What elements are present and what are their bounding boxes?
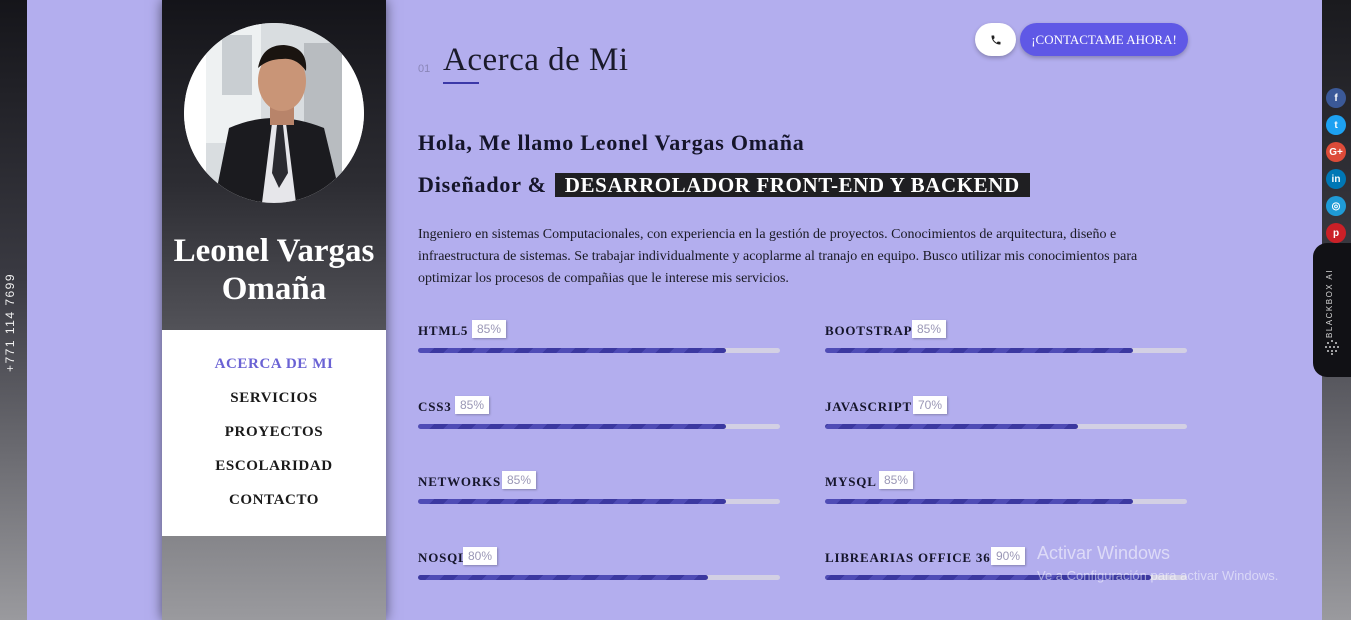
skill-label: CSS3	[418, 399, 452, 414]
skill-progress-fill	[418, 499, 726, 504]
skill-label: BOOTSTRAP	[825, 323, 913, 338]
skill-percent-badge: 85%	[879, 471, 914, 489]
skill-progress-track	[825, 499, 1187, 504]
about-paragraph: Ingeniero en sistemas Computacionales, c…	[418, 227, 1138, 286]
skill-percent-badge: 85%	[455, 396, 490, 414]
social-links: f t G+ in ◎ p	[1326, 88, 1346, 243]
blackbox-ai-widget[interactable]: BLACKBOX AI	[1313, 243, 1351, 377]
skill-percent-badge: 85%	[502, 471, 537, 489]
skill-progress-fill	[418, 575, 708, 580]
section-number: 01	[418, 63, 431, 75]
skill-progress-track	[418, 575, 780, 580]
menu-item-escolaridad[interactable]: ESCOLARIDAD	[215, 456, 332, 476]
contact-now-button[interactable]: ¡CONTACTAME AHORA!	[1020, 23, 1188, 56]
skill-progress-fill	[825, 348, 1133, 353]
about-section: 01 Acerca de Mi ¡CONTACTAME AHORA! Hola,…	[418, 0, 1198, 620]
main-menu: ACERCA DE MI SERVICIOS PROYECTOS ESCOLAR…	[162, 330, 386, 536]
skill-progress-track	[418, 348, 780, 353]
sidebar: Leonel Vargas Omaña ACERCA DE MI SERVICI…	[162, 0, 386, 620]
role-heading: Diseñador & DESARROLADOR FRONT-END Y BAC…	[418, 172, 1030, 198]
left-edge-strip: +771 114 7699	[0, 0, 27, 620]
instagram-icon[interactable]: ◎	[1326, 196, 1346, 216]
windows-activation-text: Ve a Configuración para activar Windows.	[1037, 568, 1279, 583]
skill-progress-fill	[825, 499, 1133, 504]
skill-percent-badge: 85%	[472, 320, 507, 338]
skill-progress-track	[418, 499, 780, 504]
skill-css3: CSS3 85%	[418, 396, 780, 439]
skill-percent-badge: 70%	[913, 396, 948, 414]
menu-item-servicios[interactable]: SERVICIOS	[230, 388, 317, 408]
pinterest-icon[interactable]: p	[1326, 223, 1346, 243]
skill-nosql: NOSQL 80%	[418, 547, 780, 590]
role-prefix: Diseñador &	[418, 172, 547, 197]
twitter-icon[interactable]: t	[1326, 115, 1346, 135]
avatar	[184, 23, 364, 203]
blackbox-dots-icon	[1325, 340, 1339, 355]
skill-html5: HTML5 85%	[418, 320, 780, 363]
skill-percent-badge: 85%	[912, 320, 947, 338]
menu-item-acerca-de-mi[interactable]: ACERCA DE MI	[215, 354, 334, 374]
skill-progress-fill	[418, 348, 726, 353]
role-tag: DESARROLADOR FRONT-END Y BACKEND	[554, 173, 1030, 197]
greeting-heading: Hola, Me llamo Leonel Vargas Omaña	[418, 130, 805, 155]
menu-item-contacto[interactable]: CONTACTO	[229, 490, 319, 510]
skill-label: MYSQL	[825, 474, 877, 489]
section-title-underline	[443, 82, 479, 84]
linkedin-icon[interactable]: in	[1326, 169, 1346, 189]
blackbox-label: BLACKBOX AI	[1325, 269, 1334, 338]
skill-label: LIBREARIAS OFFICE 365	[825, 550, 998, 565]
vertical-phone-number: +771 114 7699	[3, 272, 17, 372]
skill-label: JAVASCRIPT	[825, 399, 912, 414]
skill-mysql: MYSQL 85%	[825, 471, 1187, 514]
skill-percent-badge: 90%	[991, 547, 1026, 565]
profile-photo	[184, 23, 364, 203]
phone-icon	[991, 35, 1000, 44]
skill-label: NETWORKS	[418, 474, 501, 489]
skill-bootstrap: BOOTSTRAP 85%	[825, 320, 1187, 363]
skill-javascript: JAVASCRIPT 70%	[825, 396, 1187, 439]
profile-name: Leonel Vargas Omaña	[173, 233, 375, 307]
menu-item-proyectos[interactable]: PROYECTOS	[225, 422, 323, 442]
skill-label: HTML5	[418, 323, 469, 338]
skill-networks: NETWORKS 85%	[418, 471, 780, 514]
skill-progress-track	[418, 424, 780, 429]
google-plus-icon[interactable]: G+	[1326, 142, 1346, 162]
skill-progress-fill	[418, 424, 726, 429]
facebook-icon[interactable]: f	[1326, 88, 1346, 108]
skill-progress-track	[825, 348, 1187, 353]
windows-activation-title: Activar Windows	[1037, 543, 1171, 563]
skill-label: NOSQL	[418, 550, 468, 565]
section-title: Acerca de Mi	[443, 42, 629, 78]
phone-button[interactable]	[975, 23, 1016, 56]
skill-progress-fill	[825, 424, 1079, 429]
skill-percent-badge: 80%	[463, 547, 498, 565]
skill-progress-track	[825, 424, 1187, 429]
